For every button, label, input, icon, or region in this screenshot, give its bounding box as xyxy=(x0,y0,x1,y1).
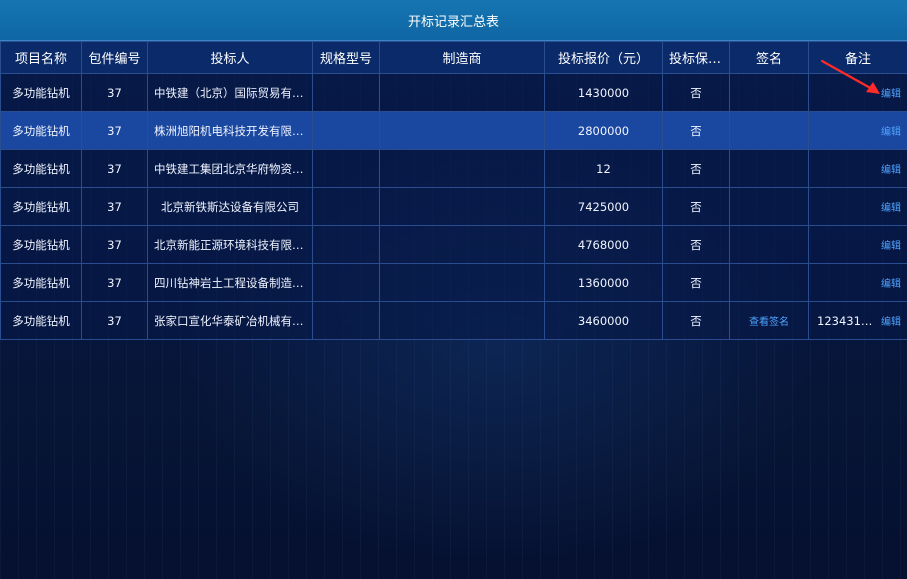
cell-signature xyxy=(729,187,809,226)
cell-spec-model xyxy=(312,149,380,188)
cell-manufacturer xyxy=(379,263,545,302)
cell-remark: 编辑 xyxy=(808,263,907,302)
cell-project-name: 多功能钻机 xyxy=(0,111,82,150)
cell-bid-deposit: 否 xyxy=(662,225,730,264)
table-row[interactable]: 多功能钻机 37 中铁建（北京）国际贸易有限... 1430000 否 编辑 xyxy=(0,73,907,112)
cell-package-number: 37 xyxy=(81,301,148,340)
cell-package-number: 37 xyxy=(81,225,148,264)
cell-manufacturer xyxy=(379,187,545,226)
edit-link[interactable]: 编辑 xyxy=(881,237,901,252)
column-header-bid-deposit: 投标保证金 xyxy=(662,41,730,74)
cell-remark: 编辑 xyxy=(808,149,907,188)
table-row[interactable]: 多功能钻机 37 张家口宣化华泰矿冶机械有限... 3460000 否 查看签名 12343… xyxy=(0,301,907,340)
remark-text: 12343123... xyxy=(817,313,877,328)
cell-bidder: 张家口宣化华泰矿冶机械有限... xyxy=(147,301,313,340)
cell-project-name: 多功能钻机 xyxy=(0,187,82,226)
cell-bid-deposit: 否 xyxy=(662,149,730,188)
remark-cell-content: 编辑 xyxy=(815,85,901,100)
edit-link[interactable]: 编辑 xyxy=(881,123,901,138)
cell-spec-model xyxy=(312,73,380,112)
cell-spec-model xyxy=(312,187,380,226)
cell-bidder: 四川钻神岩土工程设备制造有... xyxy=(147,263,313,302)
cell-bid-deposit: 否 xyxy=(662,301,730,340)
cell-signature xyxy=(729,225,809,264)
column-header-project-name: 项目名称 xyxy=(0,41,82,74)
cell-spec-model xyxy=(312,301,380,340)
column-header-remark: 备注 xyxy=(808,41,907,74)
cell-project-name: 多功能钻机 xyxy=(0,263,82,302)
remark-cell-content: 编辑 xyxy=(815,275,901,290)
table-header-row: 项目名称 包件编号 投标人 规格型号 制造商 投标报价（元） 投标保证金 签名 … xyxy=(0,41,907,74)
table-row[interactable]: 多功能钻机 37 北京新能正源环境科技有限公司 4768000 否 编辑 xyxy=(0,225,907,264)
cell-project-name: 多功能钻机 xyxy=(0,301,82,340)
remark-cell-content: 12343123... 编辑 xyxy=(815,313,901,329)
cell-bid-price: 2800000 xyxy=(544,111,663,150)
edit-link[interactable]: 编辑 xyxy=(881,275,901,290)
cell-remark: 编辑 xyxy=(808,187,907,226)
edit-link[interactable]: 编辑 xyxy=(881,199,901,214)
cell-remark: 编辑 xyxy=(808,225,907,264)
cell-bidder: 北京新能正源环境科技有限公司 xyxy=(147,225,313,264)
cell-bid-price: 4768000 xyxy=(544,225,663,264)
cell-manufacturer xyxy=(379,225,545,264)
cell-bid-price: 3460000 xyxy=(544,301,663,340)
cell-package-number: 37 xyxy=(81,149,148,188)
bid-summary-table: 项目名称 包件编号 投标人 规格型号 制造商 投标报价（元） 投标保证金 签名 … xyxy=(0,41,907,340)
cell-bid-deposit: 否 xyxy=(662,111,730,150)
cell-bid-deposit: 否 xyxy=(662,187,730,226)
cell-bidder: 中铁建工集团北京华府物资有... xyxy=(147,149,313,188)
edit-link[interactable]: 编辑 xyxy=(881,313,901,328)
table-row[interactable]: 多功能钻机 37 中铁建工集团北京华府物资有... 12 否 编辑 xyxy=(0,149,907,188)
cell-project-name: 多功能钻机 xyxy=(0,225,82,264)
cell-manufacturer xyxy=(379,73,545,112)
page-title: 开标记录汇总表 xyxy=(407,14,499,30)
cell-bidder: 株洲旭阳机电科技开发有限公司 xyxy=(147,111,313,150)
cell-bidder: 中铁建（北京）国际贸易有限... xyxy=(147,73,313,112)
cell-bid-price: 12 xyxy=(544,149,663,188)
column-header-signature: 签名 xyxy=(729,41,809,74)
cell-package-number: 37 xyxy=(81,111,148,150)
cell-project-name: 多功能钻机 xyxy=(0,73,82,112)
remark-cell-content: 编辑 xyxy=(815,161,901,176)
cell-spec-model xyxy=(312,263,380,302)
cell-remark: 编辑 xyxy=(808,73,907,112)
cell-project-name: 多功能钻机 xyxy=(0,149,82,188)
column-header-manufacturer: 制造商 xyxy=(379,41,545,74)
cell-signature xyxy=(729,149,809,188)
edit-link[interactable]: 编辑 xyxy=(881,161,901,176)
remark-cell-content: 编辑 xyxy=(815,123,901,138)
table-row[interactable]: 多功能钻机 37 北京新铁斯达设备有限公司 7425000 否 编辑 xyxy=(0,187,907,226)
table-row[interactable]: 多功能钻机 37 四川钻神岩土工程设备制造有... 1360000 否 编辑 xyxy=(0,263,907,302)
cell-spec-model xyxy=(312,225,380,264)
cell-manufacturer xyxy=(379,301,545,340)
cell-bid-price: 7425000 xyxy=(544,187,663,226)
cell-remark: 编辑 xyxy=(808,111,907,150)
cell-package-number: 37 xyxy=(81,187,148,226)
cell-manufacturer xyxy=(379,149,545,188)
cell-bid-deposit: 否 xyxy=(662,73,730,112)
table-row[interactable]: 多功能钻机 37 株洲旭阳机电科技开发有限公司 2800000 否 编辑 xyxy=(0,111,907,150)
cell-signature xyxy=(729,111,809,150)
remark-cell-content: 编辑 xyxy=(815,199,901,214)
column-header-bid-price: 投标报价（元） xyxy=(544,41,663,74)
cell-bid-price: 1360000 xyxy=(544,263,663,302)
cell-package-number: 37 xyxy=(81,73,148,112)
cell-bid-price: 1430000 xyxy=(544,73,663,112)
cell-package-number: 37 xyxy=(81,263,148,302)
cell-bidder: 北京新铁斯达设备有限公司 xyxy=(147,187,313,226)
column-header-package-number: 包件编号 xyxy=(81,41,148,74)
cell-signature xyxy=(729,73,809,112)
cell-signature: 查看签名 xyxy=(729,301,809,340)
column-header-bidder: 投标人 xyxy=(147,41,313,74)
page-title-bar: 开标记录汇总表 xyxy=(0,0,907,41)
cell-remark: 12343123... 编辑 xyxy=(808,301,907,340)
cell-bid-deposit: 否 xyxy=(662,263,730,302)
edit-link[interactable]: 编辑 xyxy=(881,85,901,100)
cell-signature xyxy=(729,263,809,302)
cell-spec-model xyxy=(312,111,380,150)
column-header-spec-model: 规格型号 xyxy=(312,41,380,74)
remark-cell-content: 编辑 xyxy=(815,237,901,252)
view-signature-link[interactable]: 查看签名 xyxy=(749,317,789,328)
cell-manufacturer xyxy=(379,111,545,150)
